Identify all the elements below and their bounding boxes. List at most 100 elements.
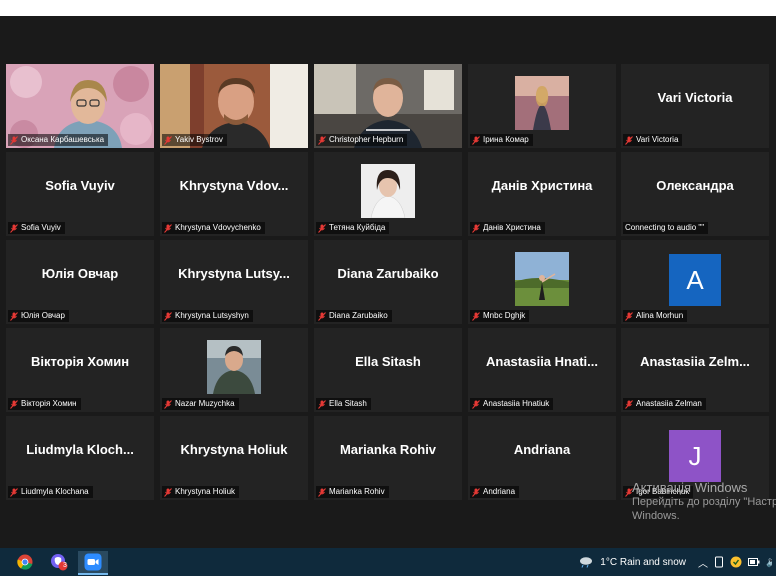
- participant-display-name: Anastasiia Zelm...: [640, 354, 750, 369]
- chevron-up-icon[interactable]: ︿: [698, 555, 708, 570]
- system-tray: 1°C Rain and snow ︿ 🔈: [578, 548, 772, 576]
- participant-name-label: Connecting to audio "": [623, 222, 709, 234]
- muted-mic-icon: [10, 399, 18, 409]
- participant-name-text: Оксана Карбашевська: [21, 135, 105, 144]
- participant-name-text: Mnbc Dghjk: [483, 311, 526, 320]
- participant-display-name: Marianka Rohiv: [339, 442, 437, 457]
- participant-name-label: Yakiv Bystrov: [162, 134, 227, 146]
- chrome-taskbar-button[interactable]: [10, 551, 40, 573]
- participant-name-label: Sofia Vuyiv: [8, 222, 65, 234]
- participant-tile[interactable]: Ella Sitash Ella Sitash: [314, 328, 462, 412]
- participant-tile[interactable]: Vari Victoria Vari Victoria: [621, 64, 769, 148]
- participant-display-name: Andriana: [513, 442, 571, 457]
- participant-tile[interactable]: Khrystyna Lutsy... Khrystyna Lutsyshyn: [160, 240, 308, 324]
- participant-name-text: Anastasiia Zelman: [636, 399, 702, 408]
- participant-name-text: Ірина Комар: [483, 135, 529, 144]
- participant-name-label: Khrystyna Holiuk: [162, 486, 240, 498]
- participant-name-text: Connecting to audio "": [625, 223, 705, 232]
- participant-tile[interactable]: Sofia Vuyiv Sofia Vuyiv: [6, 152, 154, 236]
- norton-icon[interactable]: [730, 556, 742, 568]
- participant-display-name: Khrystyna Holiuk: [180, 442, 288, 457]
- participant-name-label: Nazar Muzychka: [162, 398, 239, 410]
- battery-icon[interactable]: [748, 557, 760, 567]
- participant-tile[interactable]: Вікторія Хомин Вікторія Хомин: [6, 328, 154, 412]
- pen-icon[interactable]: [714, 556, 724, 568]
- windows-activation-watermark: Активація Windows Перейдіть до розділу "…: [632, 481, 776, 523]
- participant-video-thumbnail: [515, 76, 569, 130]
- participant-tile[interactable]: Данів Христина Данів Христина: [468, 152, 616, 236]
- participant-tile[interactable]: Khrystyna Holiuk Khrystyna Holiuk: [160, 416, 308, 500]
- participant-tile[interactable]: Anastasiia Zelm... Anastasiia Zelman: [621, 328, 769, 412]
- participant-video-thumbnail: [361, 164, 415, 218]
- participant-display-name: Вікторія Хомин: [30, 354, 130, 369]
- participant-name-label: Вікторія Хомин: [8, 398, 81, 410]
- participant-display-name: Khrystyna Vdov...: [179, 178, 289, 193]
- muted-mic-icon: [164, 399, 172, 409]
- muted-mic-icon: [10, 223, 18, 233]
- zoom-icon: [84, 553, 102, 571]
- muted-mic-icon: [10, 487, 18, 497]
- participant-name-text: Diana Zarubaiko: [329, 311, 388, 320]
- participant-tile[interactable]: Оксана Карбашевська: [6, 64, 154, 148]
- participant-tile[interactable]: A Alina Morhun: [621, 240, 769, 324]
- participant-name-text: Sofia Vuyiv: [21, 223, 61, 232]
- muted-mic-icon: [472, 223, 480, 233]
- muted-mic-icon: [164, 311, 172, 321]
- participant-tile[interactable]: Тетяна Куйбіда: [314, 152, 462, 236]
- viber-taskbar-button[interactable]: 3: [44, 551, 74, 573]
- participant-display-name: Vari Victoria: [657, 90, 733, 105]
- weather-text[interactable]: 1°C Rain and snow: [600, 557, 686, 568]
- participant-video-thumbnail: [515, 252, 569, 306]
- participant-name-text: Liudmyla Klochana: [21, 487, 89, 496]
- viber-badge: 3: [63, 562, 67, 569]
- participant-tile[interactable]: Khrystyna Vdov... Khrystyna Vdovychenko: [160, 152, 308, 236]
- participant-name-text: Вікторія Хомин: [21, 399, 77, 408]
- participant-tile[interactable]: Yakiv Bystrov: [160, 64, 308, 148]
- muted-mic-icon: [318, 135, 326, 145]
- participant-name-label: Anastasiia Zelman: [623, 398, 706, 410]
- participant-tile[interactable]: Олександра Connecting to audio "": [621, 152, 769, 236]
- zoom-taskbar-button[interactable]: [78, 551, 108, 573]
- zoom-active-indicator: [78, 573, 108, 575]
- muted-mic-icon: [318, 311, 326, 321]
- participant-tile[interactable]: Andriana Andriana: [468, 416, 616, 500]
- participant-name-text: Nazar Muzychka: [175, 399, 235, 408]
- participant-tile[interactable]: Diana Zarubaiko Diana Zarubaiko: [314, 240, 462, 324]
- participant-name-label: Alina Morhun: [623, 310, 688, 322]
- participant-display-name: Khrystyna Lutsy...: [178, 266, 290, 281]
- participant-name-label: Ірина Комар: [470, 134, 533, 146]
- muted-mic-icon: [318, 487, 326, 497]
- participant-tile[interactable]: Marianka Rohiv Marianka Rohiv: [314, 416, 462, 500]
- participant-name-text: Alina Morhun: [636, 311, 684, 320]
- muted-mic-icon: [164, 223, 172, 233]
- participant-display-name: Данів Христина: [491, 178, 593, 193]
- participant-tile[interactable]: Liudmyla Kloch... Liudmyla Klochana: [6, 416, 154, 500]
- muted-mic-icon: [10, 135, 18, 145]
- watermark-line1: Перейдіть до розділу "Настройки": [632, 496, 776, 508]
- participant-tile[interactable]: Nazar Muzychka: [160, 328, 308, 412]
- participant-tile[interactable]: Christopher Hepburn: [314, 64, 462, 148]
- participant-name-text: Ella Sitash: [329, 399, 367, 408]
- participant-name-label: Anastasiia Hnatiuk: [470, 398, 554, 410]
- participant-display-name: Sofia Vuyiv: [45, 178, 115, 193]
- participant-tile[interactable]: Mnbc Dghjk: [468, 240, 616, 324]
- participant-name-text: Andriana: [483, 487, 516, 496]
- participant-display-name: Юлія Овчар: [41, 266, 119, 281]
- muted-mic-icon: [472, 135, 480, 145]
- participant-name-label: Ella Sitash: [316, 398, 371, 410]
- speaker-icon[interactable]: 🔈: [766, 557, 772, 568]
- rain-snow-weather-icon: [580, 557, 593, 568]
- participant-name-label: Данів Христина: [470, 222, 545, 234]
- participant-display-name: Ella Sitash: [355, 354, 421, 369]
- participant-name-text: Данів Христина: [483, 223, 541, 232]
- participant-name-text: Yakiv Bystrov: [175, 135, 223, 144]
- participant-name-label: Liudmyla Klochana: [8, 486, 93, 498]
- muted-mic-icon: [472, 399, 480, 409]
- participant-tile[interactable]: Юлія Овчар Юлія Овчар: [6, 240, 154, 324]
- muted-mic-icon: [472, 311, 480, 321]
- participant-tile[interactable]: Ірина Комар: [468, 64, 616, 148]
- participant-tile[interactable]: Anastasiia Hnati... Anastasiia Hnatiuk: [468, 328, 616, 412]
- participant-name-text: Khrystyna Holiuk: [175, 487, 236, 496]
- participant-name-label: Юлія Овчар: [8, 310, 69, 322]
- participant-name-label: Christopher Hepburn: [316, 134, 408, 146]
